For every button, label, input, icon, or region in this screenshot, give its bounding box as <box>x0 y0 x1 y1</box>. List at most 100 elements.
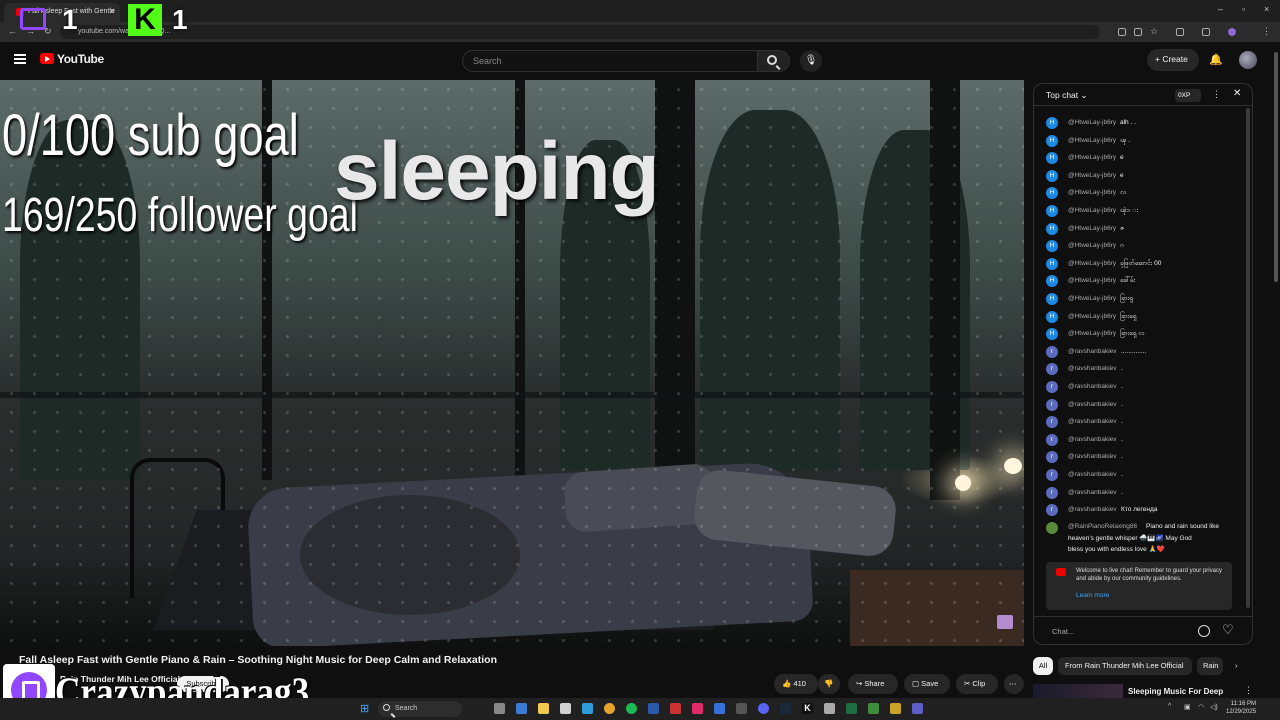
app-icon[interactable] <box>648 703 659 714</box>
chip-rain[interactable]: Rain <box>1197 657 1223 675</box>
search-button[interactable] <box>758 50 790 72</box>
twitch-count: 1 <box>62 4 78 35</box>
share-button[interactable]: ↪ Share <box>848 674 898 694</box>
chat-scrollbar[interactable] <box>1246 108 1250 608</box>
chrome-icon[interactable] <box>604 703 615 714</box>
voice-search-mic-icon[interactable]: 🎙 <box>800 50 822 72</box>
excel-icon[interactable] <box>846 703 857 714</box>
steam-icon[interactable] <box>780 703 791 714</box>
teams-icon[interactable] <box>912 703 923 714</box>
recommended-title[interactable]: Sleeping Music For Deep <box>1128 687 1223 696</box>
app-icon[interactable] <box>714 703 725 714</box>
chip-from-channel[interactable]: From Rain Thunder Mih Lee Official <box>1058 657 1192 675</box>
windows-start-icon[interactable]: ⊞ <box>360 702 369 715</box>
edge-icon[interactable] <box>582 703 593 714</box>
chat-message: r @ravshanbakiev. <box>1034 380 1244 397</box>
chat-author: @ravshanbakiev <box>1068 347 1117 355</box>
search-input[interactable]: Search <box>462 50 758 72</box>
chat-author: @HtweLay-jb6ry <box>1068 189 1117 197</box>
chat-message: H @HtweLay-jb6ry လ <box>1034 186 1244 203</box>
like-button[interactable]: 👍 410 <box>774 674 818 694</box>
tab-close-icon[interactable]: × <box>110 6 115 16</box>
chat-avatar: H <box>1046 187 1058 200</box>
chat-author: @ravshanbakiev <box>1068 471 1117 478</box>
chat-avatar: r <box>1046 451 1058 464</box>
thumbs-down-icon: 👎 <box>824 679 834 688</box>
app-icon[interactable] <box>736 703 747 714</box>
file-explorer-icon[interactable] <box>538 703 549 714</box>
chat-more-icon[interactable]: ⋮ <box>1212 89 1221 100</box>
like-count: 410 <box>793 679 806 688</box>
xp-badge[interactable]: 0XP <box>1175 89 1201 102</box>
extensions-icon[interactable] <box>1176 28 1184 36</box>
chat-message: r @ravshanbakiev. <box>1034 450 1244 467</box>
maximize-icon[interactable]: ▫ <box>1242 4 1245 14</box>
app-icon[interactable] <box>670 703 681 714</box>
app-icon[interactable] <box>890 703 901 714</box>
recommended-thumbnail[interactable] <box>1033 684 1123 698</box>
create-button[interactable]: + Create <box>1147 49 1199 71</box>
taskbar-clock[interactable]: 11:16 PM 12/29/2025 <box>1226 700 1256 716</box>
chat-message: r @ravshanbakiev.............. <box>1034 345 1244 362</box>
youtube-wordmark[interactable]: YouTube <box>57 52 104 66</box>
copilot-icon[interactable] <box>516 703 527 714</box>
more-actions-button[interactable]: ⋯ <box>1004 674 1024 694</box>
app-icon[interactable] <box>824 703 835 714</box>
back-icon[interactable]: ← <box>8 26 17 36</box>
welcome-text: Welcome to live chat! Remember to guard … <box>1076 568 1222 582</box>
heart-icon[interactable]: ♡ <box>1222 622 1234 638</box>
tray-chevron-icon[interactable]: ^ <box>1168 703 1171 710</box>
chat-text: . <box>1121 435 1123 443</box>
dislike-button[interactable]: 👎 <box>818 674 840 694</box>
account-avatar[interactable] <box>1239 51 1257 69</box>
kick-app-icon[interactable]: K <box>802 703 813 714</box>
bookmark-star-icon[interactable]: ☆ <box>1150 26 1158 37</box>
chat-message: H @HtweLay-jb6ry ဂ <box>1034 239 1244 256</box>
chat-text: ဇ <box>1120 224 1124 232</box>
wifi-icon[interactable]: ◠ <box>1198 703 1204 711</box>
chat-close-icon[interactable]: ✕ <box>1233 88 1241 99</box>
sub-goal-overlay: 0/100 sub goal <box>2 103 299 168</box>
discord-icon[interactable] <box>758 703 769 714</box>
save-label: Save <box>921 679 939 688</box>
chevron-right-icon[interactable]: › <box>1235 657 1245 675</box>
page-scrollbar[interactable] <box>1274 42 1280 698</box>
profile-icon[interactable] <box>1228 28 1236 36</box>
hamburger-menu-icon[interactable] <box>14 54 26 64</box>
chat-avatar: r <box>1046 345 1058 358</box>
video-player[interactable]: 0/100 sub goal 169/250 follower goal sle… <box>0 80 1024 646</box>
sidebar-icon[interactable] <box>1202 28 1210 36</box>
volume-icon[interactable]: ◁) <box>1210 703 1218 711</box>
notifications-bell-icon[interactable]: 🔔 <box>1209 53 1223 66</box>
save-button[interactable]: ▢ Save <box>904 674 950 694</box>
chat-avatar: r <box>1046 469 1058 481</box>
cast-icon[interactable] <box>1118 28 1126 36</box>
youtube-logo-icon[interactable] <box>40 53 54 64</box>
task-view-icon[interactable] <box>494 703 505 714</box>
minimize-icon[interactable]: – <box>1218 4 1223 14</box>
chat-message: r @ravshanbakiev. <box>1034 433 1244 450</box>
chip-all[interactable]: All <box>1033 657 1053 675</box>
chat-mode-dropdown[interactable]: Top chat ⌄ <box>1046 90 1088 101</box>
window-close-icon[interactable]: × <box>1264 4 1269 14</box>
menu-dots-icon[interactable]: ⋮ <box>1262 26 1271 37</box>
chat-input[interactable]: Chat... <box>1042 622 1192 640</box>
address-bar[interactable]: youtube.com/watch?v=QgQ... <box>60 25 1100 39</box>
tray-app-icon[interactable]: ▣ <box>1184 703 1191 711</box>
spotify-icon[interactable] <box>626 703 637 714</box>
clip-button[interactable]: ✂ Clip <box>956 674 998 694</box>
chat-text: ၾဲ၁ း <box>1120 207 1139 214</box>
store-icon[interactable] <box>560 703 571 714</box>
chat-text: . <box>1121 383 1123 390</box>
taskbar-search[interactable]: Search <box>378 701 462 717</box>
xbox-icon[interactable] <box>868 703 879 714</box>
tiktok-icon[interactable] <box>692 703 703 714</box>
chat-text: . <box>1121 400 1123 408</box>
zoom-icon[interactable] <box>1134 28 1142 36</box>
browser-tabstrip: Fall Asleep Fast with Gentle × – ▫ × <box>0 0 1280 22</box>
learn-more-link[interactable]: Learn more <box>1076 592 1109 599</box>
page-scrollbar-thumb[interactable] <box>1274 52 1278 282</box>
emoji-icon[interactable] <box>1198 625 1210 637</box>
gift-icon[interactable] <box>997 615 1013 629</box>
recommended-more-icon[interactable]: ⋮ <box>1244 685 1253 696</box>
